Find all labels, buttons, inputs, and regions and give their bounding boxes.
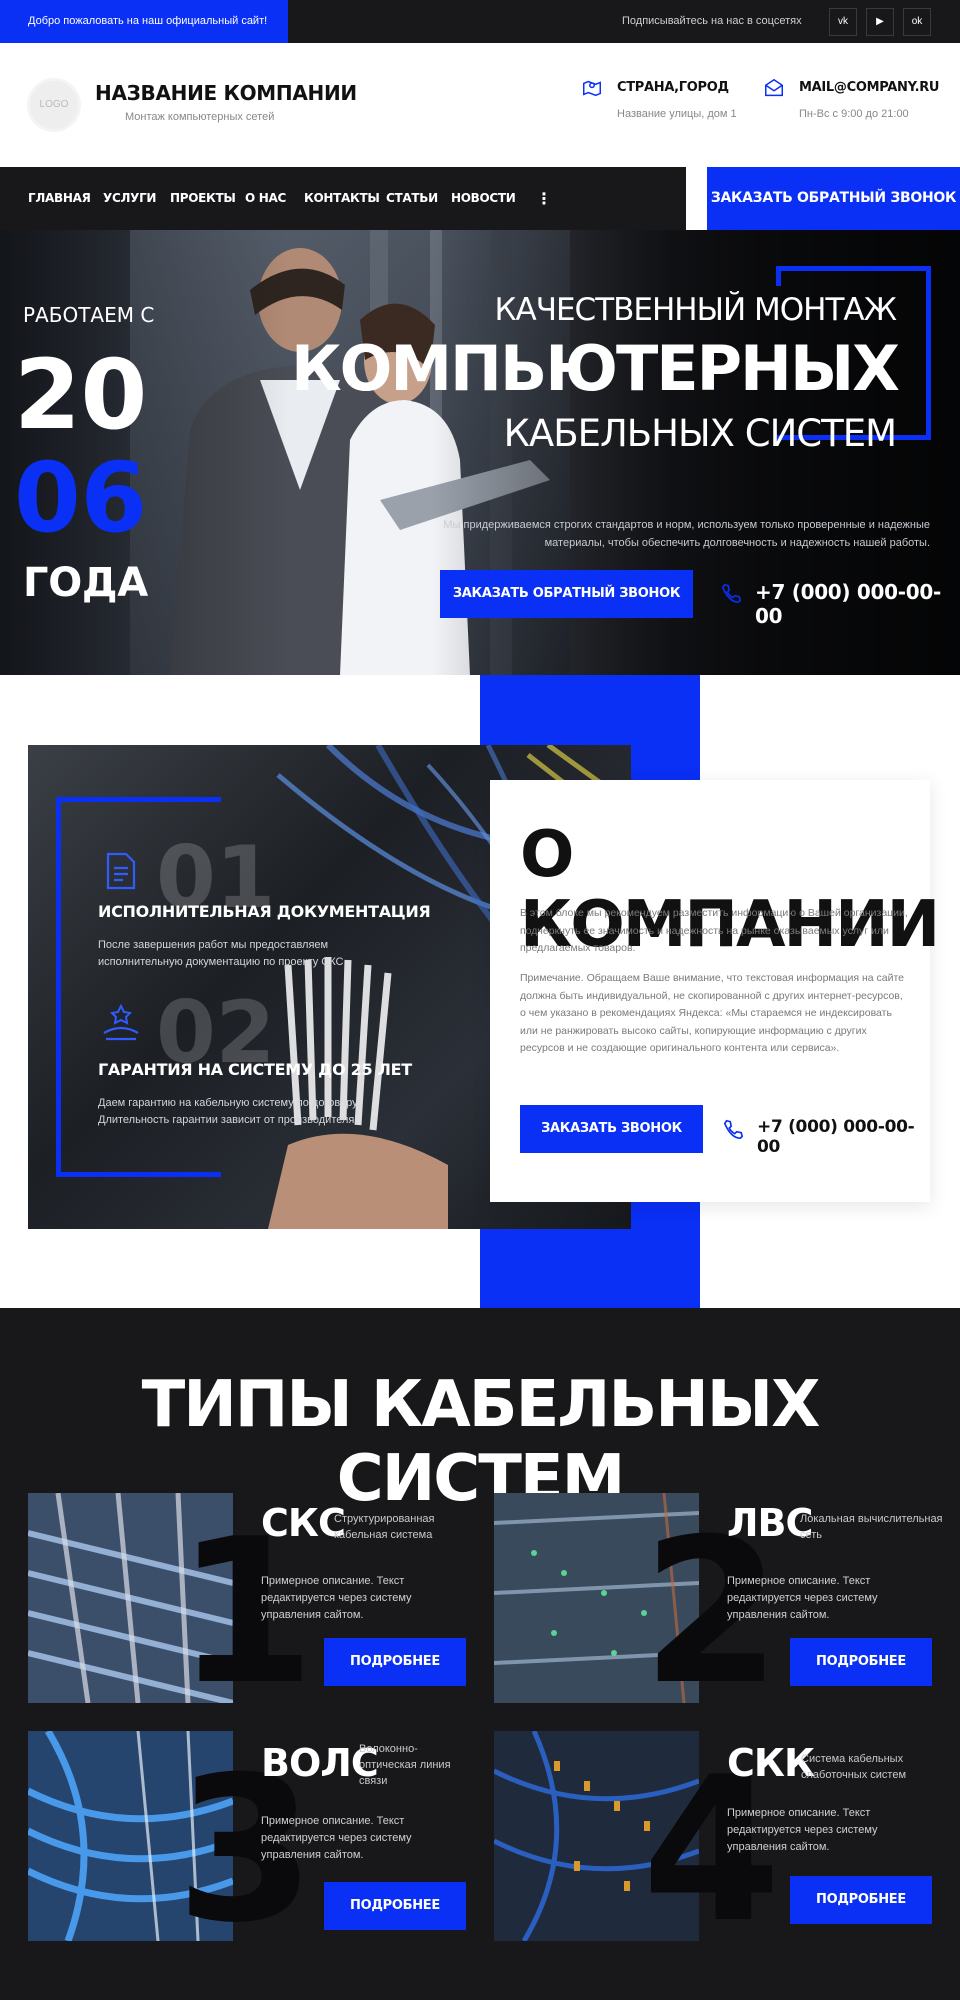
welcome-text: Добро пожаловать на наш официальный сайт… xyxy=(0,0,288,43)
hero-title-line1: КАЧЕСТВЕННЫЙ МОНТАЖ xyxy=(494,292,897,328)
cable-types-section: ТИПЫ КАБЕЛЬНЫХ СИСТЕМ 1 СКС Структуриров… xyxy=(0,1308,960,2000)
nav-item-contacts[interactable]: КОНТАКТЫ xyxy=(304,167,380,230)
callback-button-top[interactable]: ЗАКАЗАТЬ ОБРАТНЫЙ ЗВОНОК xyxy=(707,167,960,230)
header-hours: Пн-Вс с 9:00 до 21:00 xyxy=(799,108,909,120)
type-text-4: Примерное описание. Текст редактируется … xyxy=(727,1807,878,1853)
feature-text-2: Даем гарантию на кабельную систему по до… xyxy=(98,1097,360,1126)
odnoklassniki-icon[interactable]: ok xyxy=(903,8,931,36)
nav-item-articles[interactable]: СТАТЬИ xyxy=(386,167,438,230)
nav-item-home[interactable]: ГЛАВНАЯ xyxy=(28,167,91,230)
hero-phone[interactable]: +7 (000) 000-00-00 xyxy=(755,580,960,628)
nav-item-services[interactable]: УСЛУГИ xyxy=(103,167,156,230)
hero-callback-button[interactable]: ЗАКАЗАТЬ ОБРАТНЫЙ ЗВОНОК xyxy=(440,570,693,618)
hero-title-line3: КАБЕЛЬНЫХ СИСТЕМ xyxy=(503,412,897,455)
hero-year-top: 20 xyxy=(14,339,147,451)
type-subtitle-2: Локальная вычислительная сеть xyxy=(800,1513,943,1541)
about-card: О КОМПАНИИ В этом блоке мы рекомендуем р… xyxy=(490,780,940,1202)
type-card-fiber: 3 ВОЛС Волоконно-оптическая линия связи … xyxy=(28,1731,494,1951)
hero-year-bottom: 06 xyxy=(14,442,147,554)
phone-icon xyxy=(723,1119,744,1139)
nav-item-about[interactable]: О НАС xyxy=(245,167,286,230)
more-button-3[interactable]: ПОДРОБНЕЕ xyxy=(324,1882,466,1930)
type-card-scs: 1 СКС Структурированная кабельная систем… xyxy=(28,1493,494,1713)
company-name: НАЗВАНИЕ КОМПАНИИ xyxy=(95,81,357,105)
more-button-2[interactable]: ПОДРОБНЕЕ xyxy=(790,1638,932,1686)
type-text-1: Примерное описание. Текст редактируется … xyxy=(261,1575,412,1621)
type-subtitle-3: Волоконно-оптическая линия связи xyxy=(359,1743,451,1787)
mail-icon xyxy=(765,78,783,97)
nav-item-news[interactable]: НОВОСТИ xyxy=(451,167,516,230)
youtube-icon[interactable]: ▶ xyxy=(866,8,894,36)
nav-more-icon[interactable]: ⋮ xyxy=(536,167,552,230)
top-bar: Добро пожаловать на наш официальный сайт… xyxy=(0,0,960,43)
type-card-lan: 2 ЛВС Локальная вычислительная сеть Прим… xyxy=(494,1493,960,1713)
logo[interactable]: LOGO xyxy=(27,78,81,132)
type-text-2: Примерное описание. Текст редактируется … xyxy=(727,1575,878,1621)
type-subtitle-1: Структурированная кабельная система xyxy=(334,1513,435,1541)
type-subtitle-4: Система кабельных слаботочных систем xyxy=(801,1753,907,1781)
header-street: Название улицы, дом 1 xyxy=(617,108,737,120)
vk-icon[interactable]: vk xyxy=(829,8,857,36)
guarantee-stars-icon xyxy=(103,1003,139,1041)
feature-title-2: ГАРАНТИЯ НА СИСТЕМУ ДО 25 ЛЕТ xyxy=(98,1060,412,1079)
hero-section: РАБОТАЕМ С 20 06 ГОДА КАЧЕСТВЕННЫЙ МОНТА… xyxy=(0,230,960,675)
about-paragraph-1: В этом блоке мы рекомендуем разместить и… xyxy=(520,907,908,954)
company-tagline: Монтаж компьютерных сетей xyxy=(125,111,275,123)
hero-year-word: ГОДА xyxy=(23,560,148,606)
hero-title-line2: КОМПЬЮТЕРНЫХ xyxy=(290,332,900,405)
document-icon xyxy=(106,852,136,890)
site-header: LOGO НАЗВАНИЕ КОМПАНИИ Монтаж компьютерн… xyxy=(0,43,960,167)
type-text-3: Примерное описание. Текст редактируется … xyxy=(261,1815,412,1861)
header-city: СТРАНА,ГОРОД xyxy=(617,80,729,95)
follow-text: Подписывайтесь на нас в соцсетях xyxy=(622,15,802,27)
hero-working-since: РАБОТАЕМ С xyxy=(23,303,155,327)
type-title-1: СКС xyxy=(261,1501,346,1545)
about-call-button[interactable]: ЗАКАЗАТЬ ЗВОНОК xyxy=(520,1105,703,1153)
hero-description: Мы придерживаемся строгих стандартов и н… xyxy=(443,519,930,549)
phone-icon xyxy=(721,583,742,603)
about-phone[interactable]: +7 (000) 000-00-00 xyxy=(757,1117,930,1157)
feature-title-1: ИСПОЛНИТЕЛЬНАЯ ДОКУМЕНТАЦИЯ xyxy=(98,902,431,921)
more-button-4[interactable]: ПОДРОБНЕЕ xyxy=(790,1876,932,1924)
about-paragraph-2: Примечание. Обращаем Ваше внимание, что … xyxy=(520,972,904,1054)
map-icon xyxy=(583,80,601,97)
nav-item-projects[interactable]: ПРОЕКТЫ xyxy=(170,167,236,230)
header-email[interactable]: MAIL@COMPANY.RU xyxy=(799,80,940,95)
feature-text-1: После завершения работ мы предоставляем … xyxy=(98,939,347,968)
main-nav: ГЛАВНАЯ УСЛУГИ ПРОЕКТЫ О НАС КОНТАКТЫ СТ… xyxy=(0,167,686,230)
more-button-1[interactable]: ПОДРОБНЕЕ xyxy=(324,1638,466,1686)
type-card-low-current: 4 СКК Система кабельных слаботочных сист… xyxy=(494,1731,960,1951)
